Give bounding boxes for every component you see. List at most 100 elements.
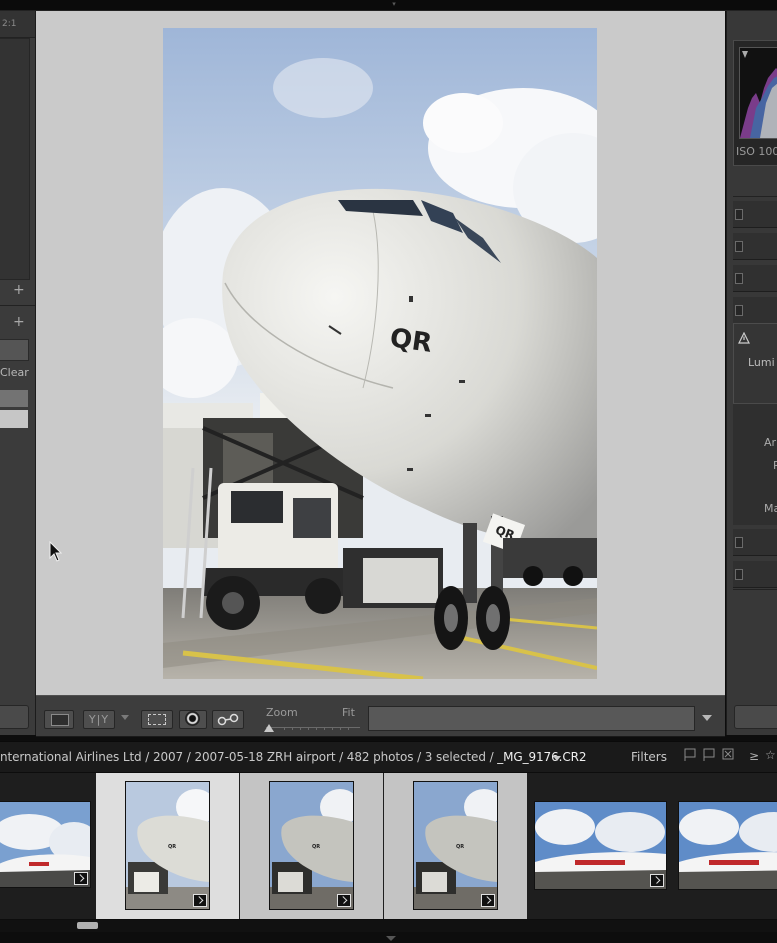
before-after-dropdown-icon[interactable] <box>121 715 129 720</box>
panel-toggle-icon[interactable] <box>735 569 743 580</box>
panel-divider <box>733 589 777 590</box>
main-photo[interactable]: QR QR <box>163 28 597 679</box>
history-item[interactable] <box>0 339 29 361</box>
warning-icon[interactable] <box>738 332 750 344</box>
loupe-view-button[interactable] <box>44 710 74 729</box>
navigator-header: 2:1 <box>0 11 35 38</box>
add-snapshot-button[interactable]: + <box>13 314 25 330</box>
filmstrip: QR QR QR <box>0 773 777 919</box>
unflagged-filter-icon[interactable] <box>703 748 715 762</box>
basic-panel-header[interactable] <box>733 201 777 228</box>
metadata-badge-icon <box>650 874 664 887</box>
filmstrip-scrollbar-thumb[interactable] <box>77 922 98 929</box>
crop-overlay-button[interactable] <box>141 710 173 729</box>
zoom-slider-ticks <box>284 727 356 730</box>
toolbar-info-field <box>368 706 695 731</box>
red-eye-button[interactable] <box>212 710 244 729</box>
plane-thumbnail-image <box>679 802 777 889</box>
breadcrumb-current-file[interactable]: _MG_9176.CR2 <box>497 750 586 764</box>
top-panel-toggle-icon[interactable]: ▾ <box>386 1 402 8</box>
filmstrip-cell[interactable] <box>528 773 671 919</box>
panel-toggle-icon[interactable] <box>735 241 743 252</box>
filmstrip-scrollbar[interactable] <box>0 920 777 932</box>
loupe-toolbar: Y|Y Zoom Fit <box>36 695 725 737</box>
svg-text:QR: QR <box>168 844 176 850</box>
navigator-preview[interactable] <box>0 38 30 280</box>
plane-thumbnail-image <box>535 802 666 889</box>
red-eye-icon <box>217 713 239 726</box>
filmstrip-thumbnail[interactable]: QR <box>269 781 354 910</box>
panel-toggle-icon[interactable] <box>735 305 743 316</box>
right-panel: ISO 100 Lumi Ar R Ma <box>726 11 777 735</box>
metadata-badge-icon <box>481 894 495 907</box>
clear-history-button[interactable]: Clear <box>0 366 29 379</box>
add-preset-button[interactable]: + <box>13 282 25 298</box>
panel-divider <box>733 196 777 197</box>
loupe-view-icon <box>51 714 69 726</box>
airplane-nose-image: QR QR <box>163 28 597 679</box>
vignettes-panel-header[interactable] <box>733 529 777 556</box>
filters-label: Filters <box>631 750 667 764</box>
collection-item[interactable] <box>0 390 28 407</box>
camera-calibration-panel-header[interactable] <box>733 561 777 588</box>
breadcrumb[interactable]: nternational Airlines Ltd / 2007 / 2007-… <box>0 750 587 764</box>
spot-removal-button[interactable] <box>179 710 207 729</box>
filmstrip-cell-selected[interactable]: QR <box>384 773 527 919</box>
metadata-badge-icon <box>193 894 207 907</box>
filmstrip-cell-selected[interactable]: QR <box>240 773 383 919</box>
panel-toggle-icon[interactable] <box>735 537 743 548</box>
zoom-fit-label[interactable]: Fit <box>342 706 355 719</box>
svg-text:QR: QR <box>312 844 320 850</box>
plane-nose-thumbnail-image: QR <box>270 782 353 909</box>
filmstrip-thumbnail[interactable]: QR <box>125 781 210 910</box>
filmstrip-thumbnail[interactable]: QR <box>413 781 498 910</box>
amount-label: Ar <box>764 436 777 449</box>
airline-nose-code: QR <box>388 323 434 359</box>
mouse-cursor-icon <box>49 541 62 562</box>
histogram-iso-readout: ISO 100 <box>736 145 777 158</box>
crop-icon <box>148 714 166 725</box>
star-filter-icon[interactable]: ☆ <box>765 748 777 762</box>
rating-operator-icon[interactable]: ≥ <box>749 749 761 763</box>
breadcrumb-path[interactable]: nternational Airlines Ltd / 2007 / 2007-… <box>0 750 497 764</box>
flag-filter-icon[interactable] <box>684 748 696 762</box>
left-panel: 2:1 + + Clear <box>0 11 36 735</box>
copy-button[interactable] <box>0 705 29 729</box>
radius-label: R <box>773 459 777 472</box>
plane-nose-thumbnail-image: QR <box>414 782 497 909</box>
hsl-panel-header[interactable] <box>733 265 777 292</box>
split-toning-panel-header[interactable] <box>733 297 777 324</box>
spot-removal-icon <box>185 711 200 726</box>
zoom-label: Zoom <box>266 706 298 719</box>
before-after-button[interactable]: Y|Y <box>83 710 115 729</box>
panel-divider <box>0 305 35 306</box>
filmstrip-thumbnail[interactable] <box>678 801 777 890</box>
panel-toggle-icon[interactable] <box>735 273 743 284</box>
loupe-canvas: QR QR <box>36 11 725 695</box>
filmstrip-thumbnail[interactable] <box>0 801 91 888</box>
toolbar-content-dropdown-icon[interactable] <box>702 715 712 721</box>
metadata-badge-icon <box>337 894 351 907</box>
filmstrip-cell[interactable] <box>0 773 95 919</box>
collection-item-selected[interactable] <box>0 410 28 428</box>
zoom-ratio-label[interactable]: 2:1 <box>2 19 16 29</box>
plane-nose-thumbnail-image: QR <box>126 782 209 909</box>
source-dropdown-icon[interactable] <box>553 756 561 761</box>
metadata-badge-icon <box>74 872 88 885</box>
bottom-panel-toggle-icon[interactable] <box>386 936 396 941</box>
filmstrip-cell-active[interactable]: QR <box>96 773 239 919</box>
masking-label: Ma <box>764 502 777 515</box>
zoom-slider-thumb[interactable] <box>264 724 274 732</box>
filmstrip-thumbnail[interactable] <box>534 801 667 890</box>
luminance-label: Lumi <box>748 356 775 369</box>
panel-toggle-icon[interactable] <box>735 209 743 220</box>
filmstrip-source-bar: nternational Airlines Ltd / 2007 / 2007-… <box>0 741 777 772</box>
histogram-curve <box>740 51 777 138</box>
tone-curve-panel-header[interactable] <box>733 233 777 260</box>
rejected-filter-icon[interactable] <box>722 748 734 762</box>
svg-text:QR: QR <box>456 844 464 850</box>
previous-settings-button[interactable] <box>734 705 777 729</box>
histogram-graph[interactable] <box>739 47 777 139</box>
filmstrip-cell[interactable] <box>672 773 777 919</box>
histogram-panel: ISO 100 <box>733 40 777 166</box>
